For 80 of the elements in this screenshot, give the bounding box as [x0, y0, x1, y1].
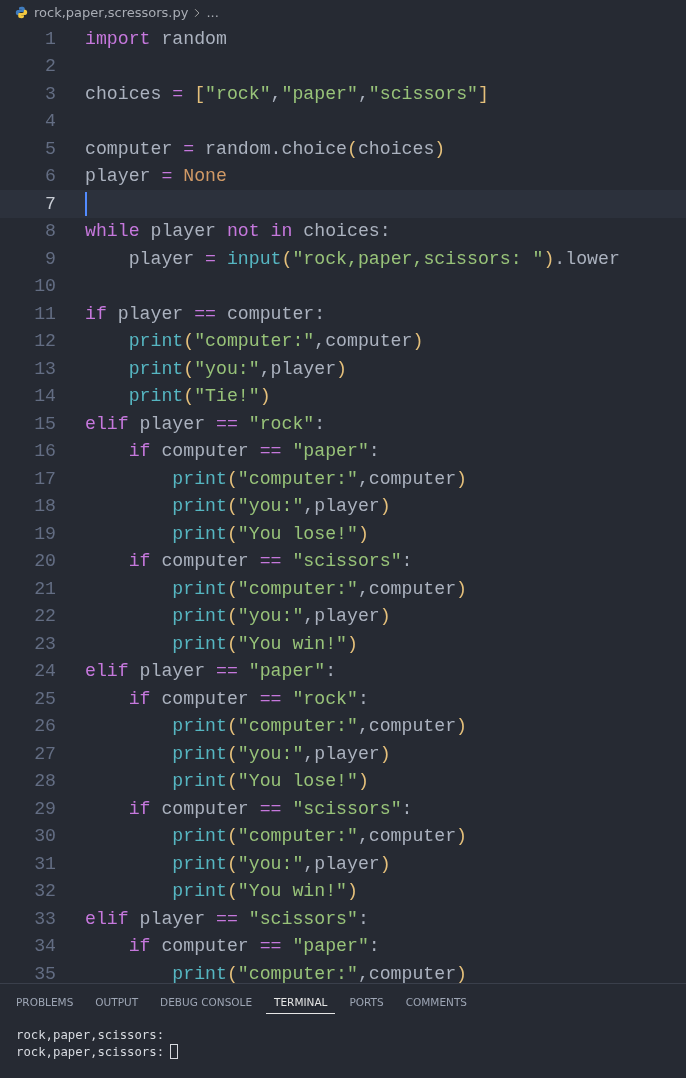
line-number: 21: [33, 578, 56, 599]
line-number: 14: [33, 386, 56, 407]
line-number: 4: [44, 111, 56, 132]
line-number: 34: [33, 936, 56, 957]
terminal-line: rock,paper,scissors:: [16, 1027, 165, 1042]
line-number: 20: [33, 551, 56, 572]
line-number: 11: [33, 303, 56, 324]
line-number: 35: [33, 963, 56, 983]
code-line: if computer == "rock":: [127, 688, 369, 709]
panel-tab[interactable]: DEBUG CONSOLE: [152, 992, 261, 1014]
line-number: 29: [33, 798, 56, 819]
panel-tab[interactable]: COMMENTS: [397, 992, 475, 1014]
line-number: 7: [44, 193, 56, 214]
code-line: if computer == "paper":: [127, 936, 380, 957]
code-line: print("you:",player): [171, 606, 391, 627]
code-line: player = input("rock,paper,scissors: ").lower: [127, 248, 620, 269]
line-number: 23: [33, 633, 56, 654]
line-number: 8: [44, 221, 56, 242]
line-number: 30: [33, 826, 56, 847]
code-line: print("computer:",computer): [171, 963, 468, 983]
line-number: 27: [33, 743, 56, 764]
code-line: print("You win!"): [171, 881, 358, 902]
line-number: 24: [33, 661, 56, 682]
code-line: elif player == "scissors":: [85, 908, 369, 929]
python-icon: [15, 6, 28, 19]
line-number: 26: [33, 716, 56, 737]
line-number: 16: [33, 441, 56, 462]
terminal-cursor: [170, 1044, 179, 1059]
code-line: computer = random.choice(choices): [85, 138, 446, 159]
code-line: print("computer:",computer): [171, 826, 468, 847]
code-line: elif player == "paper":: [85, 661, 337, 682]
line-number: 22: [33, 606, 56, 627]
code-line: player = None: [85, 166, 227, 187]
line-number: 32: [33, 881, 56, 902]
line-number: 18: [33, 496, 56, 517]
file-name[interactable]: rock,paper,scressors.py: [34, 5, 189, 20]
code-line: print("computer:",computer): [171, 716, 468, 737]
panel-tab[interactable]: OUTPUT: [87, 992, 147, 1014]
panel-tab[interactable]: PORTS: [341, 992, 392, 1014]
code-line: print("you:",player): [127, 358, 347, 379]
line-number: 28: [33, 771, 56, 792]
line-number: 10: [33, 276, 56, 297]
code-line: choices = ["rock","paper","scissors"]: [85, 83, 489, 104]
code-line: print("computer:",computer): [127, 331, 424, 352]
code-line: print("You win!"): [171, 633, 358, 654]
line-number: 6: [44, 166, 56, 187]
code-line: print("computer:",computer): [171, 578, 468, 599]
code-line: import random: [85, 28, 227, 49]
line-number: 31: [33, 853, 56, 874]
code-line: print("computer:",computer): [171, 468, 468, 489]
code-line: if player == computer:: [85, 303, 326, 324]
code-line: while player not in choices:: [85, 221, 391, 242]
line-number: 12: [33, 331, 56, 352]
code-line: print("Tie!"): [127, 386, 271, 407]
line-number: 13: [33, 358, 56, 379]
code-line: if computer == "scissors":: [127, 798, 413, 819]
code-line: print("you:",player): [171, 853, 391, 874]
code-line: print("you:",player): [171, 743, 391, 764]
code-line: if computer == "paper":: [127, 441, 380, 462]
line-number: 9: [44, 248, 56, 269]
text-cursor: [85, 191, 87, 216]
terminal-line: rock,paper,scissors:: [16, 1044, 165, 1059]
panel-tab[interactable]: TERMINAL: [266, 992, 336, 1014]
line-number: 1: [44, 28, 56, 49]
line-number: 25: [33, 688, 56, 709]
code-line: print("you:",player): [171, 496, 391, 517]
line-number: 3: [44, 83, 56, 104]
breadcrumb-more[interactable]: ...: [206, 5, 219, 20]
line-number: 17: [33, 468, 56, 489]
panel-tab[interactable]: PROBLEMS: [8, 992, 82, 1014]
code-line: elif player == "rock":: [85, 413, 326, 434]
line-number: 19: [33, 523, 56, 544]
line-number: 33: [33, 908, 56, 929]
line-number: 5: [44, 138, 56, 159]
line-number: 15: [33, 413, 56, 434]
line-number: 2: [44, 56, 56, 77]
code-line: if computer == "scissors":: [127, 551, 413, 572]
code-line: print("You lose!"): [171, 523, 369, 544]
chevron-right-icon: [194, 7, 201, 18]
code-line: print("You lose!"): [171, 771, 369, 792]
